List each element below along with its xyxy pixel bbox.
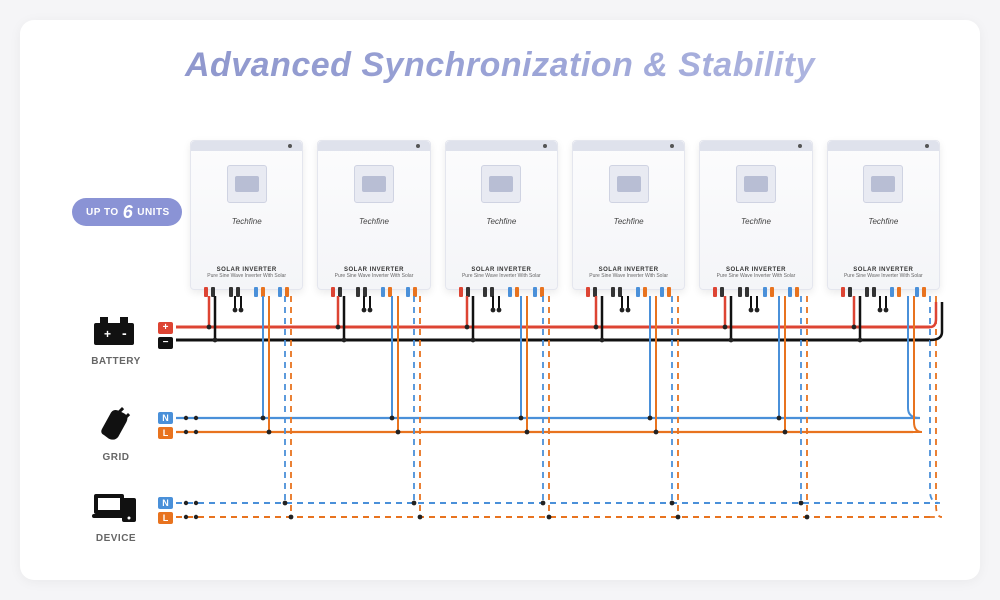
inverter-unit: Techfine SOLAR INVERTER Pure Sine Wave I… (572, 140, 685, 290)
inverter-brand: Techfine (232, 217, 262, 226)
grid-block: GRID (88, 405, 144, 463)
badge-count: 6 (123, 203, 134, 221)
plug-icon (94, 405, 138, 443)
inverter-unit: Techfine SOLAR INVERTER Pure Sine Wave I… (445, 140, 558, 290)
fuse-nodes (184, 416, 198, 519)
device-terminals: N L (158, 497, 173, 524)
inverter-topbar (191, 141, 302, 151)
minus-terminal: − (158, 337, 173, 349)
inverter-ports (191, 287, 302, 297)
inverter-unit: Techfine SOLAR INVERTER Pure Sine Wave I… (699, 140, 812, 290)
battery-label: BATTERY (88, 356, 144, 367)
battery-icon: + - (92, 315, 140, 347)
page-title: Advanced Synchronization & Stability (20, 20, 980, 85)
badge-suffix: UNITS (137, 207, 170, 218)
device-block: DEVICE (88, 490, 144, 544)
inverter-unit: Techfine SOLAR INVERTER Pure Sine Wave I… (827, 140, 940, 290)
diagram-card: Advanced Synchronization & Stability UP … (20, 20, 980, 580)
device-neutral: N (158, 497, 173, 509)
inverter-subtitle: Pure Sine Wave Inverter With Solar (207, 273, 286, 279)
grid-label: GRID (88, 452, 144, 463)
device-label: DEVICE (88, 533, 144, 544)
svg-text:-: - (122, 325, 127, 341)
inverter-screen (227, 165, 267, 203)
device-icon (92, 490, 140, 524)
grid-neutral: N (158, 412, 173, 424)
device-live: L (158, 512, 173, 524)
wiring-diagram (20, 20, 980, 580)
battery-block: + - BATTERY (88, 315, 144, 367)
inverter-unit: Techfine SOLAR INVERTER Pure Sine Wave I… (190, 140, 303, 290)
unit-count-badge: UP TO 6 UNITS (72, 198, 182, 226)
inverter-unit: Techfine SOLAR INVERTER Pure Sine Wave I… (317, 140, 430, 290)
inverter-row: Techfine SOLAR INVERTER Pure Sine Wave I… (190, 140, 940, 290)
plus-terminal: + (158, 322, 173, 334)
grid-live: L (158, 427, 173, 439)
badge-prefix: UP TO (86, 207, 119, 218)
svg-text:+: + (104, 327, 111, 341)
grid-terminals: N L (158, 412, 173, 439)
battery-polarity: + − (158, 322, 173, 349)
